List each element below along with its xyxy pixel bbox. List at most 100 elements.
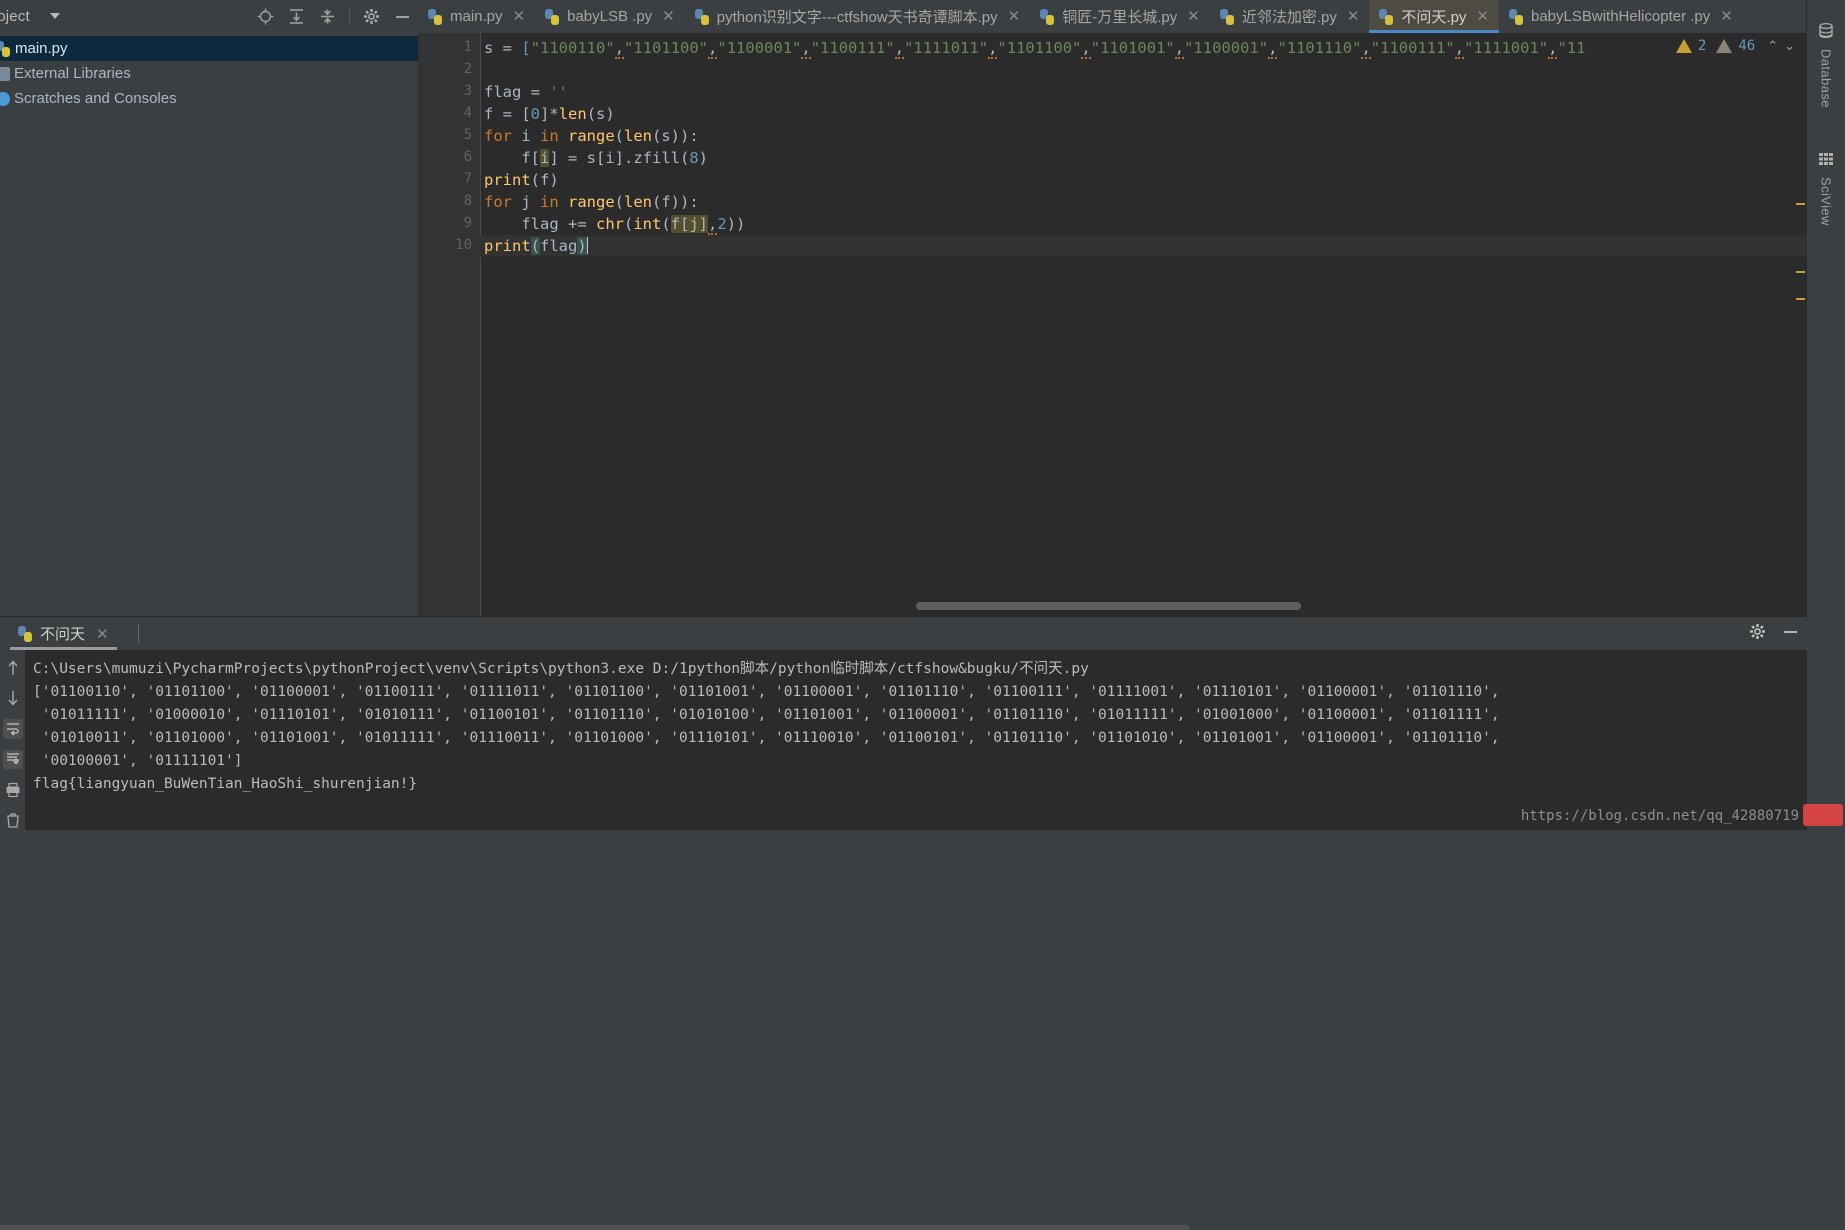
watermark-text: https://blog.csdn.net/qq_42880719: [1520, 808, 1799, 824]
tab-label: main.py: [450, 8, 503, 25]
editor-horizontal-scrollbar[interactable]: [486, 602, 1690, 610]
tree-item-main-py[interactable]: main.py: [0, 36, 418, 61]
editor-area: main.py ✕ babyLSB .py ✕ python识别文字---ctf…: [418, 0, 1807, 616]
scroll-up-icon[interactable]: [3, 658, 23, 678]
python-file-icon: [1509, 8, 1524, 25]
warning-marker[interactable]: [1796, 271, 1805, 273]
close-icon[interactable]: ✕: [1720, 9, 1733, 24]
editor-tab-babylsb-py[interactable]: babyLSB .py ✕: [535, 0, 685, 33]
close-icon[interactable]: ✕: [1008, 9, 1021, 24]
line-number: 6: [463, 149, 472, 165]
code-line-1: s = ["1100110","1101100","1100001","1100…: [484, 39, 1586, 59]
code-line-4: f = [0]*len(s): [484, 105, 615, 123]
stripe-label: SciView: [1818, 177, 1834, 226]
console-line-flag: flag{liangyuan_BuWenTian_HaoShi_shurenji…: [33, 776, 418, 792]
editor-tab-main-py[interactable]: main.py ✕: [418, 0, 535, 33]
warning-marker[interactable]: [1796, 298, 1805, 300]
python-file-icon: [694, 8, 710, 25]
tree-item-external-libraries[interactable]: External Libraries: [0, 61, 418, 86]
editor-tab-tongjiang-great-wall[interactable]: 铜匠-万里长城.py ✕: [1030, 0, 1210, 33]
close-icon[interactable]: ✕: [1347, 9, 1360, 24]
project-panel-title[interactable]: roject: [0, 8, 30, 25]
database-icon: [1817, 22, 1835, 43]
python-file-icon: [1040, 8, 1055, 25]
line-number: 10: [455, 237, 472, 253]
chevron-down-icon[interactable]: ⌄: [1784, 38, 1795, 54]
line-number: 7: [463, 171, 472, 187]
editor-tab-babylsbwithhelicopter-py[interactable]: babyLSBwithHelicopter .py ✕: [1499, 0, 1743, 33]
code-line-7: print(f): [484, 171, 559, 189]
line-number: 4: [463, 105, 472, 121]
clear-all-icon[interactable]: [3, 811, 23, 831]
editor-tab-python-ocr-script[interactable]: python识别文字---ctfshow天书奇谭脚本.py ✕: [685, 0, 1030, 33]
warning-count: 2: [1697, 38, 1707, 54]
chevron-up-icon[interactable]: ⌃: [1767, 38, 1778, 54]
console-line-command: C:\Users\mumuzi\PycharmProjects\pythonPr…: [33, 661, 1089, 677]
stripe-button-database[interactable]: Database: [1807, 22, 1845, 108]
scrollbar-thumb[interactable]: [916, 602, 1301, 610]
settings-gear-icon[interactable]: [1749, 623, 1766, 644]
hide-panel-icon[interactable]: [393, 7, 412, 26]
scratches-icon: [0, 91, 10, 106]
tree-item-scratches-and-consoles[interactable]: Scratches and Consoles: [0, 86, 418, 111]
project-panel-toolbar: [256, 0, 412, 33]
tab-label: 铜匠-万里长城.py: [1062, 9, 1178, 26]
scroll-down-icon[interactable]: [3, 689, 23, 709]
warning-marker[interactable]: [1796, 203, 1805, 205]
panel-resize-handle[interactable]: [0, 1225, 1189, 1230]
weak-warning-icon: [1716, 39, 1733, 53]
code-text[interactable]: s = ["1100110","1101100","1100001","1100…: [480, 33, 1807, 616]
editor-tab-bar: main.py ✕ babyLSB .py ✕ python识别文字---ctf…: [418, 0, 1807, 33]
code-line-8: for j in range(len(f)):: [484, 193, 699, 211]
line-number: 2: [463, 61, 472, 77]
tree-item-label: main.py: [15, 40, 68, 57]
expand-all-icon[interactable]: [287, 7, 306, 26]
tab-label: 不问天.py: [1401, 9, 1467, 26]
settings-gear-icon[interactable]: [362, 7, 381, 26]
console-output[interactable]: C:\Users\mumuzi\PycharmProjects\pythonPr…: [25, 650, 1807, 830]
inspection-widget[interactable]: 2 46 ⌃ ⌄: [1675, 38, 1795, 54]
code-editor[interactable]: 1 2 3 4 5 6 7 8 9 10 s = ["1100110","110…: [418, 33, 1807, 616]
warning-icon: [1675, 39, 1692, 53]
stripe-label: Database: [1818, 49, 1834, 108]
editor-tab-nearest-neighbor-encrypt[interactable]: 近邻法加密.py ✕: [1210, 0, 1370, 33]
console-line-output: '00100001', '01111101']: [33, 753, 243, 769]
close-icon[interactable]: ✕: [1476, 9, 1489, 24]
right-tool-stripe: Database SciView: [1806, 0, 1845, 829]
python-file-icon: [428, 8, 443, 25]
tab-label: 近邻法加密.py: [1241, 9, 1337, 26]
stripe-button-sciview[interactable]: SciView: [1807, 150, 1845, 226]
text-caret: [586, 237, 588, 254]
run-tab-bar: 不问天 ✕: [0, 617, 1807, 650]
close-icon[interactable]: ✕: [1187, 9, 1200, 24]
console-line-output: '01010011', '01101000', '01101001', '010…: [33, 730, 1500, 746]
editor-marker-stripe[interactable]: [1793, 66, 1807, 649]
close-icon[interactable]: ✕: [96, 625, 109, 643]
editor-tab-buwentian-py[interactable]: 不问天.py ✕: [1369, 0, 1499, 33]
line-number: 5: [463, 127, 472, 143]
grid-icon: [1817, 150, 1835, 171]
tab-label: python识别文字---ctfshow天书奇谭脚本.py: [716, 9, 998, 26]
code-line-6: f[i] = s[i].zfill(8): [484, 149, 709, 167]
python-file-icon: [1379, 8, 1394, 25]
run-tab-label: 不问天: [40, 626, 86, 643]
close-icon[interactable]: ✕: [662, 9, 675, 24]
code-line-10: print(flag): [480, 235, 1807, 257]
tab-label: babyLSB .py: [567, 8, 653, 25]
soft-wrap-icon[interactable]: [2, 719, 23, 739]
weak-warning-count: 46: [1738, 38, 1756, 54]
locate-icon[interactable]: [256, 7, 275, 26]
chevron-down-icon[interactable]: [50, 13, 60, 19]
project-tree: main.py External Libraries Scratches and…: [0, 33, 418, 616]
close-icon[interactable]: ✕: [513, 9, 526, 24]
hide-panel-icon[interactable]: [1782, 623, 1799, 644]
run-tab-buwentian[interactable]: 不问天 ✕: [10, 617, 117, 650]
code-line-5: for i in range(len(s)):: [484, 127, 699, 145]
print-icon[interactable]: [3, 780, 23, 800]
scroll-to-end-icon[interactable]: [2, 749, 23, 769]
project-panel-header: roject: [0, 0, 418, 34]
collapse-all-icon[interactable]: [318, 7, 337, 26]
tab-label: babyLSBwithHelicopter .py: [1531, 8, 1711, 25]
console-line-output: '01011111', '01000010', '01110101', '010…: [33, 707, 1500, 723]
line-number: 8: [463, 193, 472, 209]
